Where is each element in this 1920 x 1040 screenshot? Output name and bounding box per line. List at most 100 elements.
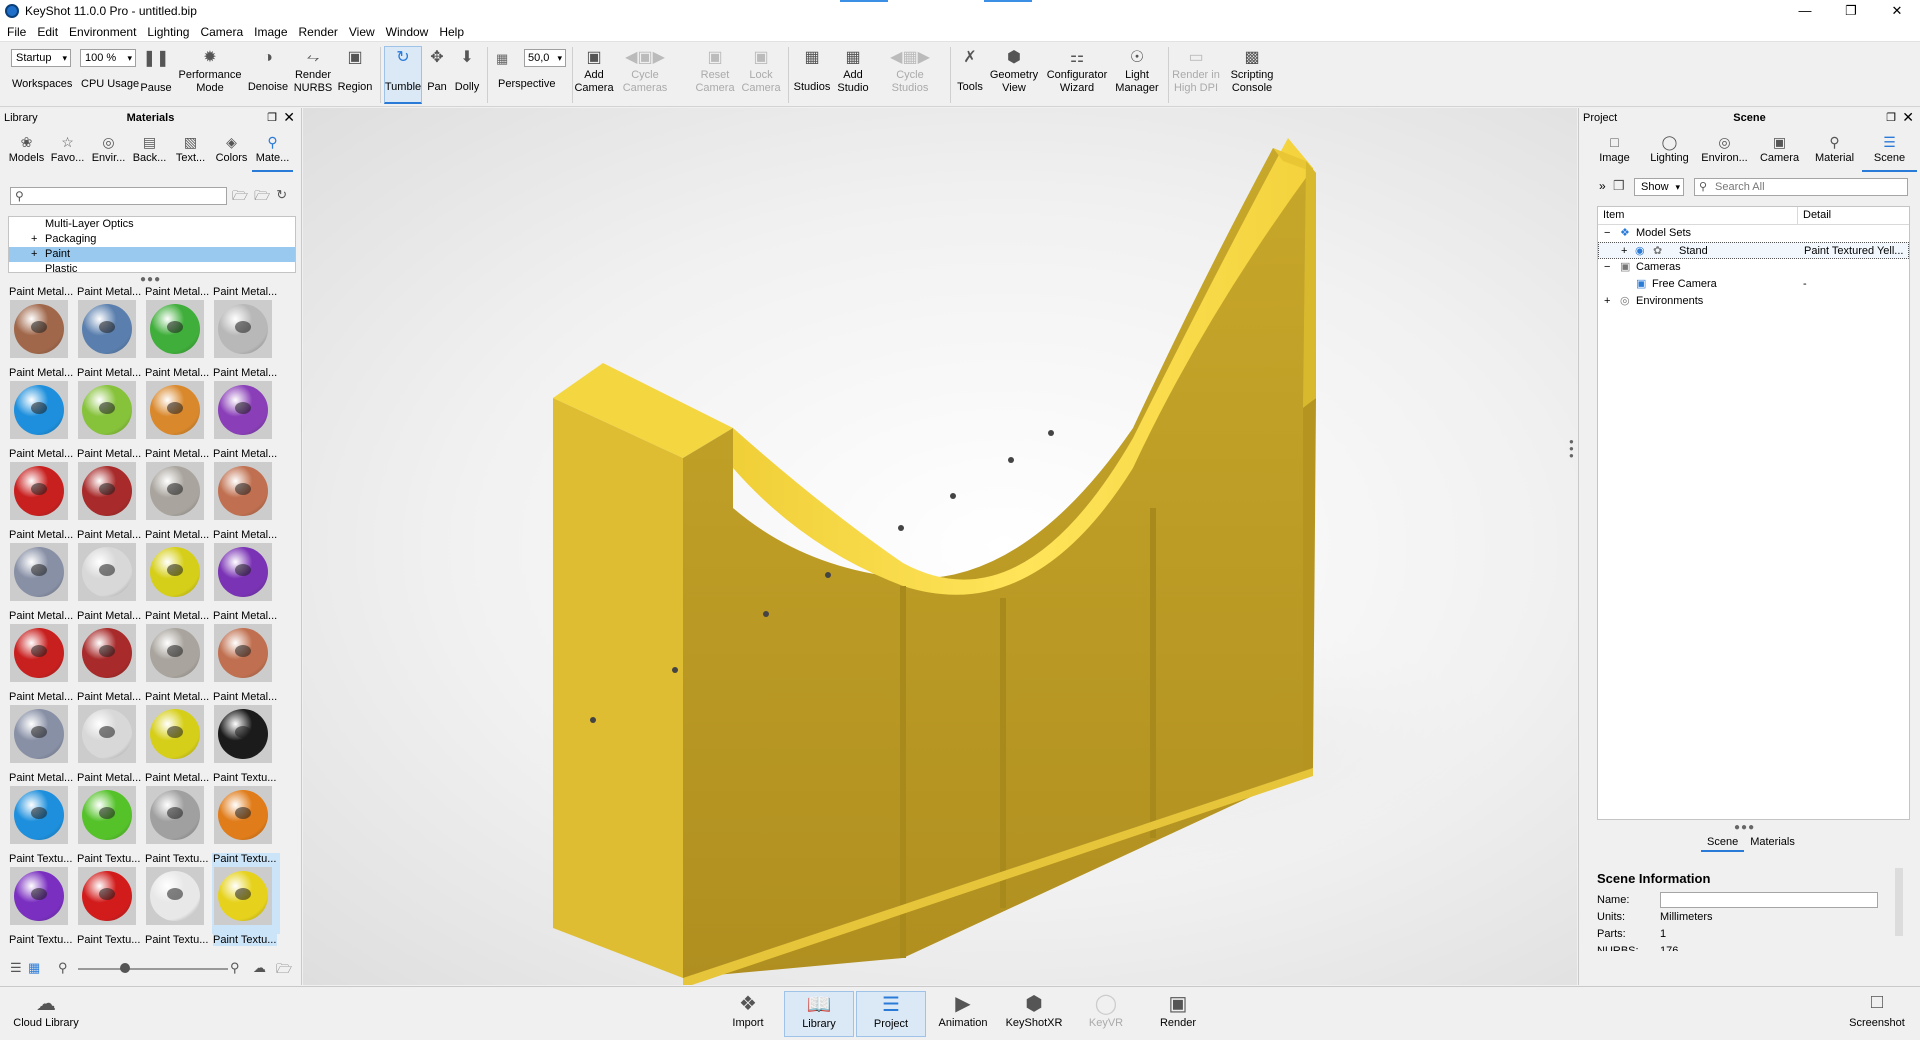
screenshot-button[interactable]: □ Screenshot — [1842, 991, 1912, 1037]
list-view-icon[interactable]: ☰ — [10, 960, 22, 976]
region-button[interactable]: ▣ Region — [336, 47, 374, 94]
material-thumbnail[interactable]: Paint Textu... — [212, 853, 280, 934]
tree-row-environments[interactable]: + ◎ Environments — [1598, 293, 1909, 310]
scene-name-input[interactable] — [1660, 892, 1878, 908]
tab-camera[interactable]: ▣ Camera — [1752, 134, 1807, 172]
material-thumbnail[interactable]: Paint Metal... — [144, 286, 212, 367]
grid-view-icon[interactable]: ▦ — [28, 960, 40, 976]
collapse-icon[interactable]: − — [1604, 225, 1610, 242]
restore-button[interactable]: ❐ — [1828, 0, 1874, 22]
library-toggle-button[interactable]: 📖 Library — [784, 991, 854, 1037]
configurator-wizard-button[interactable]: ⚏ Configurator Wizard — [1044, 47, 1110, 95]
workspace-select[interactable]: Startup — [11, 49, 71, 67]
tab-material[interactable]: ⚲ Material — [1807, 134, 1862, 172]
tree-item[interactable]: + Packaging — [9, 232, 295, 247]
thumbnail-size-slider[interactable] — [78, 968, 228, 970]
add-camera-button[interactable]: ▣ Add Camera — [574, 47, 614, 95]
info-scrollbar[interactable] — [1895, 868, 1903, 936]
material-thumbnail[interactable]: Paint Metal... — [8, 610, 76, 691]
tab-lighting[interactable]: ◯ Lighting — [1642, 134, 1697, 172]
material-thumbnail[interactable]: Paint Metal... — [144, 772, 212, 853]
tab-environment[interactable]: ◎ Environ... — [1697, 134, 1752, 172]
studios-button[interactable]: ▦ Studios — [792, 47, 832, 94]
splitter-handle[interactable]: ●●● — [140, 274, 161, 285]
undock-icon[interactable]: ❐ — [1886, 111, 1896, 124]
material-thumbnail[interactable]: Paint Textu... — [76, 853, 144, 934]
cpu-usage-select[interactable]: 100 % — [80, 49, 136, 67]
material-thumbnail[interactable]: Paint Metal... — [212, 691, 280, 772]
close-panel-icon[interactable]: ✕ — [283, 109, 295, 126]
expand-icon[interactable]: + — [1621, 243, 1627, 260]
scene-search-input[interactable]: ⚲ Search All — [1694, 178, 1908, 196]
keyvr-button[interactable]: ◯ KeyVR — [1071, 991, 1141, 1037]
tab-textures[interactable]: ▧ Text... — [170, 134, 211, 172]
menu-camera[interactable]: Camera — [200, 25, 243, 39]
material-thumbnail[interactable]: Paint Textu... — [212, 772, 280, 853]
cloud-library-button[interactable]: ☁ Cloud Library — [10, 991, 82, 1037]
close-button[interactable]: ✕ — [1874, 0, 1920, 22]
menu-file[interactable]: File — [7, 25, 26, 39]
cycle-studios-button[interactable]: ◀▦▶ Cycle Studios — [882, 47, 938, 95]
performance-mode-button[interactable]: ✹ Performance Mode — [176, 47, 244, 95]
tree-row-model-sets[interactable]: − ❖ Model Sets — [1598, 225, 1909, 242]
geometry-view-button[interactable]: ⬢ Geometry View — [988, 47, 1040, 95]
reset-camera-button[interactable]: ▣ Reset Camera — [694, 47, 736, 95]
undock-icon[interactable]: ❐ — [267, 111, 277, 124]
project-toggle-button[interactable]: ☰ Project — [856, 991, 926, 1037]
library-search-input[interactable]: ⚲ — [10, 187, 227, 205]
denoise-button[interactable]: ◑ Denoise — [246, 47, 290, 94]
material-thumbnail[interactable]: Paint Metal... — [8, 448, 76, 529]
menu-image[interactable]: Image — [254, 25, 287, 39]
tree-item[interactable]: Plastic — [9, 262, 295, 272]
material-thumbnail[interactable]: Paint Metal... — [212, 448, 280, 529]
tree-row-stand[interactable]: + ◉ ✿ Stand Paint Textured Yell... — [1598, 242, 1909, 259]
material-thumbnail[interactable]: Paint Metal... — [144, 691, 212, 772]
tools-button[interactable]: ✗ Tools — [954, 47, 986, 94]
material-thumbnail[interactable]: Paint Metal... — [8, 772, 76, 853]
fov-input[interactable]: 50,0 — [524, 49, 566, 67]
material-thumbnail[interactable]: Paint Textu... — [144, 853, 212, 934]
material-thumbnail[interactable]: Paint Metal... — [212, 529, 280, 610]
pause-button[interactable]: ❚❚ Pause — [140, 48, 172, 95]
material-thumbnail[interactable]: Paint Metal... — [144, 529, 212, 610]
tree-item[interactable]: Multi-Layer Optics — [9, 217, 295, 232]
import-folder-icon[interactable]: 🗁 — [254, 187, 270, 209]
tab-image[interactable]: □ Image — [1587, 134, 1642, 172]
close-panel-icon[interactable]: ✕ — [1902, 109, 1914, 126]
light-manager-button[interactable]: ☉ Light Manager — [1112, 47, 1162, 95]
subtab-materials[interactable]: Materials — [1744, 836, 1801, 852]
column-item[interactable]: Item — [1598, 207, 1798, 224]
material-thumbnail[interactable]: Paint Metal... — [144, 610, 212, 691]
tab-materials[interactable]: ⚲ Mate... — [252, 134, 293, 172]
zoom-out-icon[interactable]: ⚲ — [58, 960, 68, 976]
tab-colors[interactable]: ◈ Colors — [211, 134, 252, 172]
render-viewport[interactable] — [303, 108, 1577, 988]
render-high-dpi-button[interactable]: ▭ Render in High DPI — [1170, 47, 1222, 95]
zoom-in-icon[interactable]: ⚲ — [230, 960, 240, 976]
tree-item-selected[interactable]: + Paint — [9, 247, 295, 262]
material-thumbnail[interactable]: Paint Textu... — [8, 853, 76, 934]
add-scene-icon[interactable]: ❒ — [1613, 178, 1625, 194]
material-thumbnail[interactable]: Paint Metal... — [144, 448, 212, 529]
column-detail[interactable]: Detail — [1798, 207, 1831, 224]
dolly-button[interactable]: ⬇ Dolly — [452, 47, 482, 94]
pan-button[interactable]: ✥ Pan — [424, 47, 450, 94]
material-thumbnail[interactable]: Paint Metal... — [76, 610, 144, 691]
animation-button[interactable]: ▶ Animation — [928, 991, 998, 1037]
menu-edit[interactable]: Edit — [37, 25, 58, 39]
material-thumbnail[interactable]: Paint Metal... — [76, 286, 144, 367]
add-folder-icon[interactable]: 🗁 — [232, 187, 248, 209]
material-thumbnail[interactable]: Paint Metal... — [212, 610, 280, 691]
tab-environments[interactable]: ◎ Envir... — [88, 134, 129, 172]
menu-help[interactable]: Help — [439, 25, 464, 39]
panel-collapse-handle[interactable]: ● ● ● — [1569, 438, 1577, 460]
menu-window[interactable]: Window — [386, 25, 429, 39]
material-thumbnail[interactable]: Paint Metal... — [8, 367, 76, 448]
add-studio-button[interactable]: ▦ Add Studio — [834, 47, 872, 95]
menu-lighting[interactable]: Lighting — [147, 25, 189, 39]
tab-models[interactable]: ❀ Models — [6, 134, 47, 172]
menu-render[interactable]: Render — [299, 25, 338, 39]
expand-icon[interactable]: + — [31, 232, 37, 247]
material-thumbnail[interactable]: Paint Metal... — [76, 772, 144, 853]
menu-view[interactable]: View — [349, 25, 375, 39]
